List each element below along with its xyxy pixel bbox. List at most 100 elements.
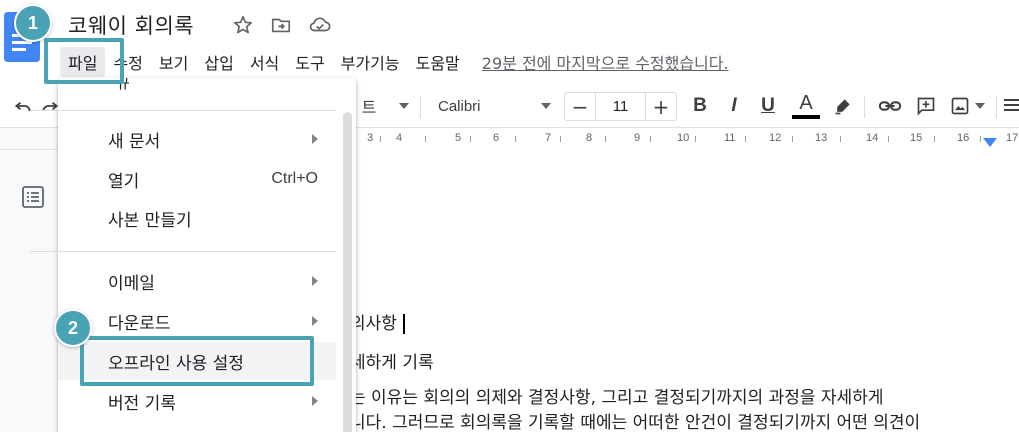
font-size-control: − 11 +	[564, 92, 677, 121]
star-icon[interactable]	[232, 14, 254, 36]
ruler-number: 11	[724, 132, 736, 144]
document-text-line: 의사항	[350, 309, 405, 334]
ruler-tick	[888, 136, 889, 142]
step-badge-1: 1	[14, 4, 52, 42]
menu-item-label: 새 문서	[108, 131, 161, 152]
toolbar-divider	[996, 96, 997, 118]
ruler-tick	[650, 136, 651, 142]
text-color-button[interactable]: A	[790, 84, 822, 128]
menu-item-new-document[interactable]: 새 문서	[58, 120, 336, 158]
bold-button[interactable]: B	[688, 84, 712, 128]
document-outline-icon[interactable]	[22, 186, 44, 212]
menu-divider	[30, 251, 336, 252]
ruler-number: 10	[677, 132, 690, 144]
ruler-tick	[470, 136, 471, 142]
menu-divider	[30, 110, 336, 111]
title-actions	[232, 14, 332, 36]
menu-format[interactable]: 서식	[242, 47, 287, 77]
italic-label: I	[731, 95, 737, 116]
insert-image-icon[interactable]	[948, 84, 972, 128]
text-color-swatch	[792, 115, 820, 119]
menu-item-open[interactable]: 열기 Ctrl+O	[58, 160, 336, 198]
link-icon[interactable]	[876, 84, 904, 128]
ruler-tick	[840, 136, 841, 142]
menu-item-email[interactable]: 이메일	[58, 262, 336, 300]
add-comment-icon[interactable]	[912, 84, 940, 128]
font-select[interactable]: Calibri	[438, 84, 481, 128]
align-icon[interactable]	[1004, 84, 1019, 128]
menu-item-label: 사본 만들기	[108, 210, 192, 231]
menu-tools[interactable]: 도구	[287, 47, 332, 77]
ruler-tick	[560, 136, 561, 142]
callout-highlight-offline-settings	[80, 336, 314, 386]
ruler-number: 14	[866, 132, 879, 144]
redo-icon[interactable]	[40, 84, 60, 128]
ruler-number: 6	[493, 132, 500, 144]
document-text-line: 니다. 그러므로 회의록을 기록할 때에는 어떠한 안건이 결정되기까지 어떤 …	[350, 413, 921, 432]
style-select-label[interactable]: 트	[356, 84, 382, 128]
document-text-line: 세하게 기록	[350, 353, 434, 373]
submenu-arrow-icon	[312, 396, 318, 406]
image-dropdown-icon[interactable]	[972, 84, 988, 128]
underline-button[interactable]: U	[756, 84, 780, 128]
ruler-number: 16	[957, 132, 970, 144]
ruler-number: 9	[634, 132, 641, 144]
document-title[interactable]: 코웨이 회의록	[68, 10, 194, 40]
menu-item-label: 열기	[108, 171, 140, 192]
right-indent-marker[interactable]	[983, 138, 997, 147]
undo-icon[interactable]	[10, 84, 36, 128]
menu-insert[interactable]: 삽입	[196, 47, 241, 77]
menu-item-download[interactable]: 다운로드	[58, 302, 336, 340]
menu-addons[interactable]: 부가기능	[333, 47, 408, 77]
document-text: 의사항	[350, 314, 397, 334]
menu-bar: 파일 수정 보기 삽입 서식 도구 부가기능 도움말 29분 전에 마지막으로 …	[60, 47, 729, 77]
step-badge-2: 2	[54, 309, 92, 347]
ruler-tick	[934, 136, 935, 142]
font-size-input[interactable]: 11	[595, 93, 646, 120]
increase-font-size-button[interactable]: +	[646, 93, 676, 120]
toolbar-divider	[864, 96, 865, 118]
menu-item-version-history[interactable]: 버전 기록	[58, 382, 336, 420]
cloud-saved-icon[interactable]	[308, 14, 332, 36]
ruler-tick	[515, 136, 516, 142]
ruler-number: 15	[910, 132, 923, 144]
ruler-number: 12	[769, 132, 782, 144]
menu-view[interactable]: 보기	[151, 47, 196, 77]
toolbar-divider	[420, 96, 421, 118]
ruler-tick	[605, 136, 606, 142]
italic-button[interactable]: I	[722, 84, 746, 128]
submenu-arrow-icon	[312, 316, 318, 326]
ruler-tick	[425, 136, 426, 142]
menu-help[interactable]: 도움말	[408, 47, 468, 77]
font-dropdown-icon[interactable]	[538, 84, 554, 128]
ruler-number: 4	[396, 132, 403, 144]
last-edit-link[interactable]: 29분 전에 마지막으로 수정했습니다.	[482, 50, 729, 74]
ruler-tick	[792, 136, 793, 142]
keyboard-shortcut: Ctrl+O	[271, 170, 318, 187]
text-cursor	[402, 314, 405, 334]
document-text-line: 는 이유는 회의의 의제와 결정사항, 그리고 결정되기까지의 과정을 자세하게	[350, 388, 884, 408]
highlight-pen-icon[interactable]	[830, 84, 856, 128]
ruler-tick	[695, 136, 696, 142]
style-dropdown-icon[interactable]	[396, 84, 412, 128]
ruler-number: 3	[367, 132, 374, 144]
submenu-arrow-icon	[312, 134, 318, 144]
decrease-font-size-button[interactable]: −	[565, 93, 595, 120]
ruler-number: 17	[1006, 132, 1019, 144]
menu-item-label: 이메일	[108, 273, 155, 294]
ruler-number: 13	[815, 132, 828, 144]
underline-label: U	[761, 95, 775, 116]
ruler-tick	[980, 136, 981, 142]
submenu-arrow-icon	[312, 276, 318, 286]
move-folder-icon[interactable]	[270, 14, 292, 36]
menu-item-label: 다운로드	[108, 313, 171, 334]
bold-label: B	[693, 95, 707, 116]
ruler-number: 8	[586, 132, 593, 144]
menu-item-make-copy[interactable]: 사본 만들기	[58, 199, 336, 237]
menu-scrollbar[interactable]	[343, 112, 352, 432]
ruler-tick	[380, 136, 381, 142]
text-color-label: A	[799, 92, 813, 114]
ruler-number: 5	[455, 132, 462, 144]
ruler-tick	[745, 136, 746, 142]
ruler-number: 7	[545, 132, 552, 144]
